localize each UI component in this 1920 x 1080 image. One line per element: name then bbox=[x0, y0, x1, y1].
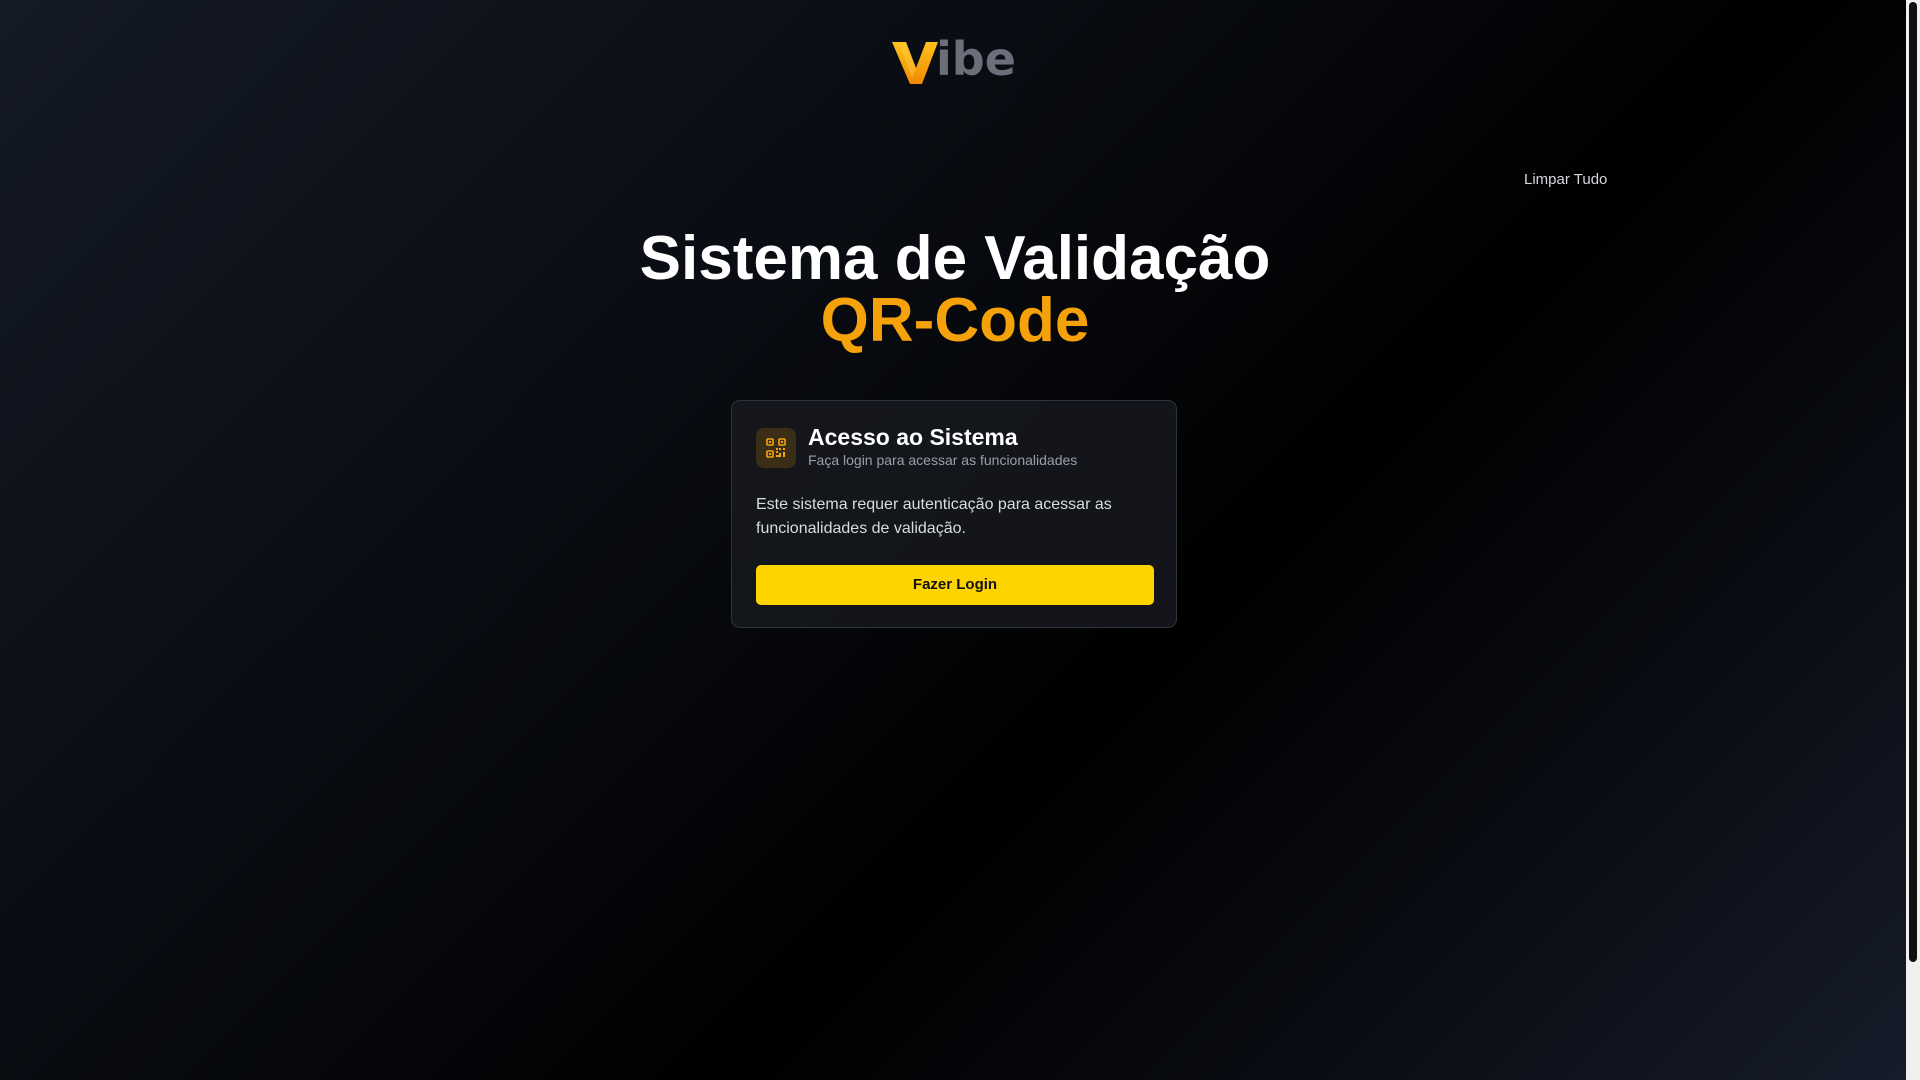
login-card: Acesso ao Sistema Faça login para acessa… bbox=[731, 400, 1177, 628]
card-title: Acesso ao Sistema bbox=[808, 424, 1018, 450]
card-subtitle: Faça login para acessar as funcionalidad… bbox=[808, 452, 1078, 468]
qr-code-icon bbox=[756, 428, 796, 468]
clear-all-button[interactable]: Limpar Tudo bbox=[1524, 168, 1624, 192]
vertical-scrollbar[interactable] bbox=[1906, 0, 1920, 1080]
page-viewport: ibe Limpar Tudo Sistema de Validação QR-… bbox=[0, 0, 1906, 1080]
card-description: Este sistema requer autenticação para ac… bbox=[756, 496, 1112, 537]
page-title-accent: QR-Code bbox=[820, 286, 1090, 355]
page-title: Sistema de Validação bbox=[639, 224, 1271, 293]
scrollbar-thumb[interactable] bbox=[1909, 2, 1917, 962]
login-button[interactable]: Fazer Login bbox=[756, 565, 1154, 605]
vibe-v-icon bbox=[892, 42, 938, 84]
vibe-logo: ibe bbox=[892, 32, 1016, 86]
logo-text: ibe bbox=[936, 32, 1016, 86]
hero-title: Sistema de Validação QR-Code bbox=[560, 228, 1350, 352]
